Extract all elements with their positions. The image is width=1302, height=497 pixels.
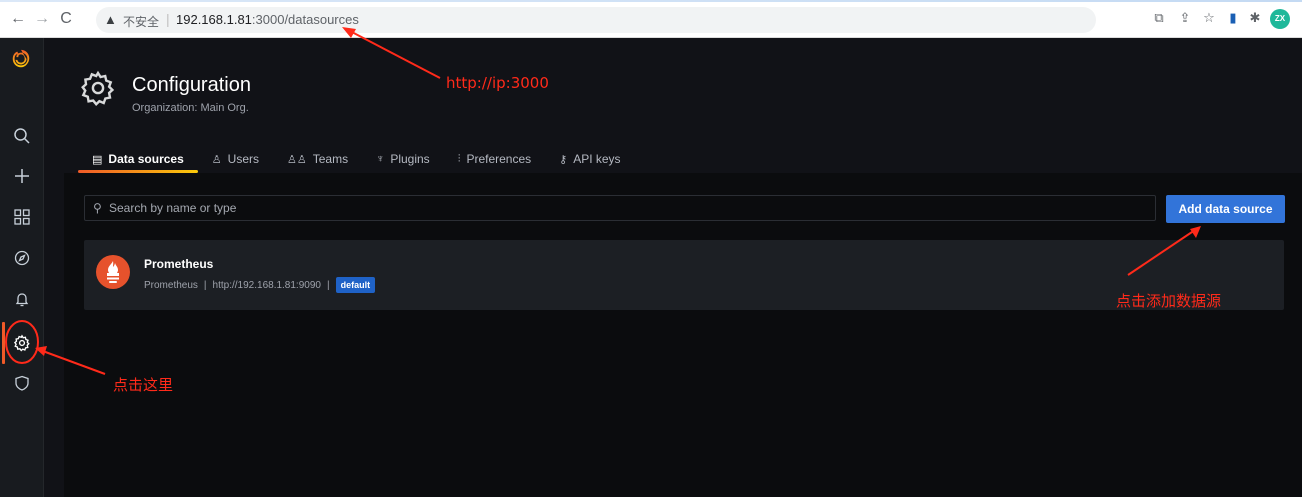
tab-label: Plugins — [390, 152, 430, 166]
alerting-bell-icon[interactable] — [0, 286, 44, 312]
tab-data-sources[interactable]: ▤ Data sources — [78, 146, 198, 173]
default-badge: default — [335, 277, 376, 293]
dashboards-grid-icon[interactable] — [0, 204, 44, 230]
side-menu — [0, 38, 44, 497]
url-path: :3000/datasources — [251, 12, 359, 27]
config-tabs: ▤ Data sources ♙ Users ♙♙ Teams ♆ Plugin… — [78, 146, 635, 173]
user-icon: ♙ — [211, 153, 222, 166]
page-title: Configuration — [132, 74, 251, 96]
url-annotation: http://ip:3000 — [446, 74, 549, 92]
share-icon[interactable]: ⇪ — [1176, 10, 1194, 26]
warning-icon: ▲ — [104, 12, 117, 27]
forward-arrow-icon[interactable]: → — [32, 9, 52, 29]
tab-teams[interactable]: ♙♙ Teams — [273, 146, 362, 172]
url-host: 192.168.1.81 — [176, 12, 252, 27]
plus-icon[interactable] — [0, 163, 44, 189]
reload-icon[interactable]: C — [56, 9, 76, 29]
tab-label: Preferences — [466, 152, 532, 166]
search-box: ⚲ — [84, 195, 1156, 221]
configuration-gear-icon[interactable] — [0, 322, 44, 364]
add-annotation: 点击添加数据源 — [1116, 292, 1222, 310]
datasource-card[interactable]: Prometheus Prometheus | http://192.168.1… — [84, 240, 1284, 310]
extension-icon[interactable]: ▮ — [1224, 10, 1242, 26]
datasource-name: Prometheus — [144, 257, 214, 271]
separator: | — [203, 279, 207, 291]
back-arrow-icon[interactable]: ← — [8, 9, 28, 29]
browser-toolbar: ← → C ▲ 不安全 | 192.168.1.81:3000/datasour… — [0, 0, 1302, 38]
grafana-logo-icon[interactable] — [10, 48, 32, 70]
plug-icon: ♆ — [376, 153, 385, 165]
loading-bar — [0, 0, 1302, 2]
configuration-header-gear-icon — [81, 70, 115, 106]
prometheus-logo-icon — [96, 255, 130, 289]
address-bar[interactable]: ▲ 不安全 | 192.168.1.81:3000/datasources — [96, 7, 1096, 33]
url-text: 192.168.1.81:3000/datasources — [176, 12, 359, 27]
tab-api-keys[interactable]: ⚷ API keys — [545, 146, 634, 172]
search-icon[interactable] — [0, 123, 44, 149]
key-icon: ⚷ — [559, 153, 568, 166]
page-subtitle: Organization: Main Org. — [132, 102, 249, 114]
translate-icon[interactable]: ⧉ — [1150, 10, 1168, 26]
add-data-source-button[interactable]: Add data source — [1166, 195, 1285, 223]
users-icon: ♙♙ — [287, 153, 307, 166]
profile-avatar[interactable]: ZX — [1270, 9, 1290, 29]
database-icon: ▤ — [92, 153, 103, 166]
sliders-icon: ⫶ — [457, 152, 461, 165]
search-icon: ⚲ — [93, 201, 102, 215]
tab-label: API keys — [573, 152, 621, 166]
tab-preferences[interactable]: ⫶ Preferences — [444, 146, 545, 172]
tab-users[interactable]: ♙ Users — [198, 146, 273, 172]
separator: | — [326, 279, 330, 291]
tab-label: Data sources — [108, 152, 184, 166]
server-admin-shield-icon[interactable] — [0, 370, 44, 396]
datasource-url: http://192.168.1.81:9090 — [212, 279, 321, 291]
bookmark-star-icon[interactable]: ☆ — [1200, 10, 1218, 26]
tab-label: Teams — [312, 152, 349, 166]
tab-label: Users — [227, 152, 259, 166]
tab-plugins[interactable]: ♆ Plugins — [362, 146, 444, 172]
gear-annotation: 点击这里 — [113, 376, 174, 394]
explore-compass-icon[interactable] — [0, 245, 44, 271]
page-content: ⚲ Add data source Prometheus Prometheus … — [64, 173, 1302, 497]
puzzle-icon[interactable]: ✱ — [1246, 10, 1264, 26]
separator: | — [166, 11, 170, 27]
page-header: Configuration Organization: Main Org. ▤ … — [44, 38, 1302, 173]
datasource-meta: Prometheus | http://192.168.1.81:9090 | … — [144, 277, 376, 293]
search-input[interactable] — [109, 196, 1149, 220]
datasource-type: Prometheus — [144, 279, 198, 291]
insecure-label: 不安全 — [123, 15, 160, 29]
